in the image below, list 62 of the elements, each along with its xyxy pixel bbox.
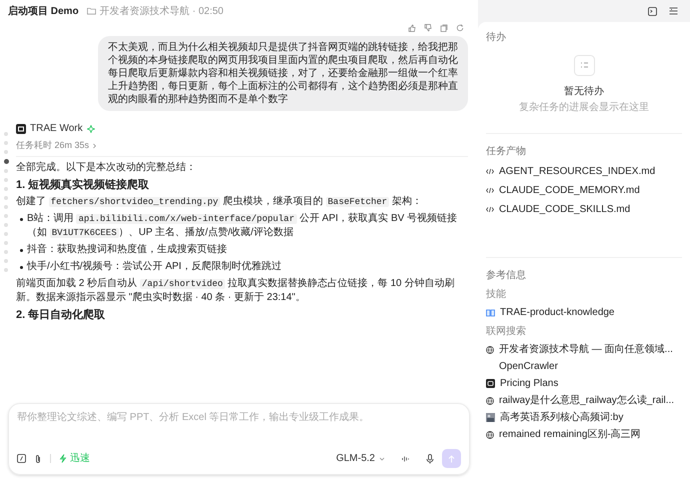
arrow-up-icon — [448, 454, 455, 462]
chevron-right-icon[interactable] — [92, 142, 98, 149]
microphone-icon[interactable] — [426, 454, 434, 464]
empty-title: 暂无待办 — [564, 84, 604, 99]
terminal-icon[interactable] — [648, 6, 657, 16]
search-result[interactable]: 高考英语系列核心高频词:by — [486, 410, 682, 425]
app-logo-icon — [486, 379, 495, 388]
section-heading: 1. 短视频真实视频链接爬取 — [16, 178, 150, 192]
message-input[interactable]: 帮你整理论文综述、编写 PPT、分析 Excel 等日常工作，输出专业级工作成果。 — [17, 410, 461, 425]
code-icon — [486, 187, 494, 194]
paragraph: 全部完成。以下是本次改动的完整总结： — [16, 160, 197, 174]
audio-wave-icon[interactable] — [401, 454, 410, 462]
code-icon — [486, 168, 494, 175]
list-item: 抖音：获取热搜词和热度值，生成搜索页链接 — [27, 242, 227, 256]
list-item: B站：调用 api.bilibili.com/x/web-interface/popular 公开 API，获取真实 BV 号视频链接（如 BV1UT7K6CEES ）、UP 主名、播放/点赞/收藏/评论数据 — [27, 212, 458, 240]
section-title: 参考信息 — [486, 268, 527, 283]
skill-link[interactable]: TRAE-product-knowledge — [486, 305, 682, 320]
bullet-icon — [20, 248, 23, 252]
section-title: 任务产物 — [486, 144, 527, 159]
retry-icon[interactable] — [456, 24, 464, 32]
bullet-icon — [20, 266, 23, 268]
lightning-icon — [59, 454, 67, 463]
artifact-file[interactable]: AGENT_RESOURCES_INDEX.md — [486, 164, 682, 179]
code-icon — [486, 206, 494, 213]
empty-hint: 复杂任务的进展会显示在这里 — [519, 100, 649, 115]
list-item: 快手/小红书/视频号：尝试公开 API，反爬限制时优雅跳过 — [27, 260, 282, 274]
artifact-file[interactable]: CLAUDE_CODE_MEMORY.md — [486, 183, 682, 198]
subsection-title: 联网搜索 — [486, 324, 527, 339]
globe-icon — [486, 396, 494, 404]
search-result[interactable]: 开发者资源技术导航 — 面向任意领域... — [486, 342, 682, 357]
search-result[interactable]: remained remaining区别-高三网 — [486, 427, 682, 442]
paperclip-icon[interactable] — [34, 454, 42, 464]
subsection-title: 技能 — [486, 288, 507, 302]
section-title: 待办 — [486, 30, 507, 45]
thumbs-up-icon[interactable] — [408, 24, 416, 32]
list-icon — [574, 55, 594, 76]
panel-list-icon[interactable] — [669, 7, 678, 15]
model-selector[interactable]: GLM-5.2 — [336, 451, 385, 466]
copy-icon[interactable] — [440, 24, 448, 32]
chevron-down-icon — [379, 456, 385, 460]
search-result[interactable]: railway是什么意思_railway怎么读_rail... — [486, 393, 682, 408]
book-icon — [486, 308, 495, 316]
search-result[interactable]: OpenCrawler — [486, 359, 682, 374]
thumbnail-icon — [486, 413, 495, 422]
globe-icon — [486, 346, 494, 354]
search-result[interactable]: Pricing Plans — [486, 376, 682, 391]
agent-logo-icon — [16, 124, 26, 134]
agent-name: TRAE Work — [30, 122, 83, 136]
paragraph: 前端页面加载 2 秒后自动从 /api/shortvideo 拉取真实数据替换静态占位链接，每 10 分钟自动刷新。数据来源指示器显示 "爬虫实时数据 · 40 条 · 更新于 23:14"。 — [16, 276, 456, 304]
artifact-file[interactable]: CLAUDE_CODE_SKILLS.md — [486, 202, 682, 217]
send-button[interactable] — [442, 449, 461, 468]
project-title: 启动项目 Demo — [8, 4, 79, 18]
paragraph: 创建了 fetchers/shortvideo_trending.py 爬虫模块，继承项目的 BaseFetcher 架构： — [16, 194, 423, 208]
bullet-icon — [20, 218, 23, 220]
section-heading: 2. 每日自动化爬取 — [16, 308, 106, 322]
folder-icon — [86, 7, 96, 15]
task-duration[interactable]: 任务耗时 26m 35s — [16, 139, 90, 152]
globe-icon — [486, 430, 494, 438]
thumbs-down-icon[interactable] — [424, 24, 432, 32]
sparkle-icon — [86, 124, 95, 132]
user-message: 不太美观，而且为什么相关视频却只是提供了抖音网页端的跳转链接，给我把那个视频的本身链接爬取的网页用我项目里面内置的爬虫项目爬取，然后再自动化每日爬取后更新爆款内容和相关视频链接，对了，还要给金融那一组做一个红率上升趋势图，每日更新，每个上面标注的公司都得有，这个趋势图必须是那种直观的肉眼看的那种趋势图而不是单个数字 — [98, 36, 468, 111]
slash-command-icon[interactable] — [17, 454, 26, 463]
